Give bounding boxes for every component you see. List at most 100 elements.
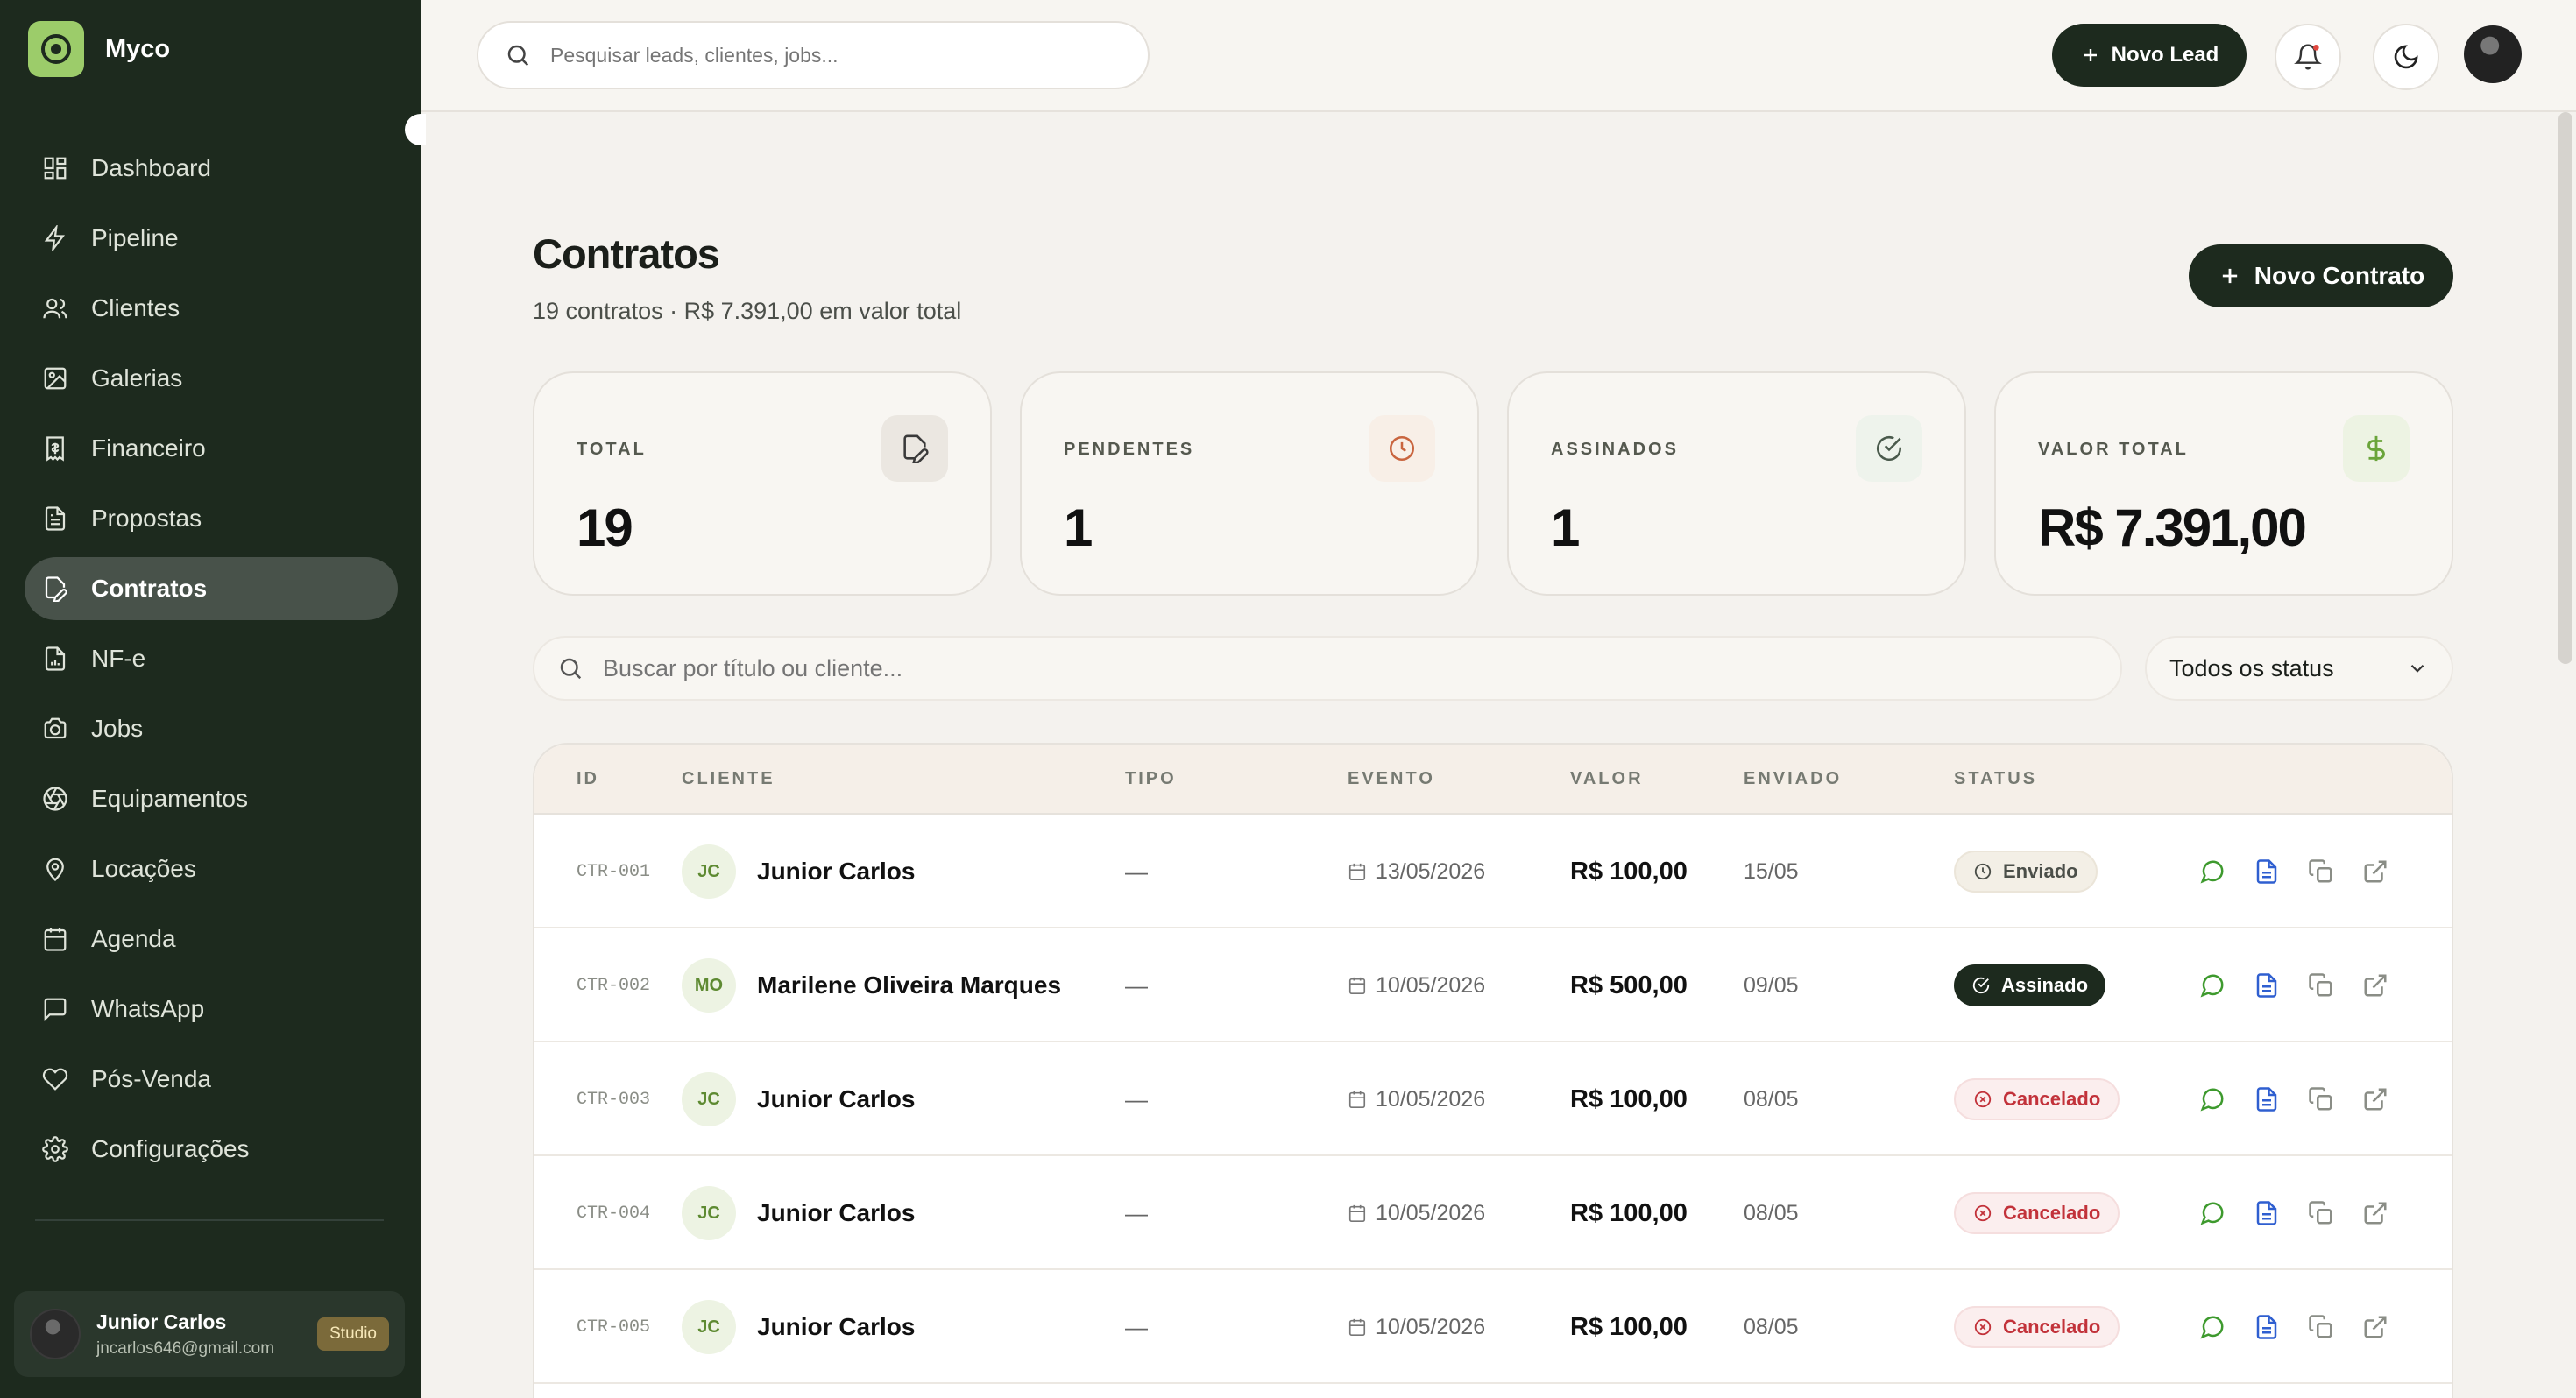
contract-id: CTR-004 <box>577 1203 651 1224</box>
sidebar-collapse-handle[interactable] <box>405 114 426 145</box>
client-initials: JC <box>682 1072 736 1126</box>
sidebar-item-label: Jobs <box>91 715 144 742</box>
copy-icon[interactable] <box>2308 1200 2334 1226</box>
table-row[interactable]: CTR-001 JC Junior Carlos — 13/05/2026 R$ 100,… <box>534 815 2452 928</box>
whatsapp-icon[interactable] <box>2199 1314 2226 1340</box>
sidebar-item-contratos[interactable]: Contratos <box>25 557 398 620</box>
sidebar-item-galerias[interactable]: Galerias <box>25 347 398 410</box>
sidebar-item-whatsapp[interactable]: WhatsApp <box>25 978 398 1041</box>
sent-date: 09/05 <box>1744 972 1799 998</box>
whatsapp-icon[interactable] <box>2199 1200 2226 1226</box>
copy-icon[interactable] <box>2308 858 2334 885</box>
aperture-icon <box>43 787 67 811</box>
notifications-button[interactable] <box>2275 24 2341 90</box>
status-filter-value: Todos os status <box>2169 654 2334 681</box>
contracts-table: ID CLIENTE TIPO EVENTO VALOR ENVIADO STA… <box>533 743 2453 1398</box>
sidebar-item-financeiro[interactable]: Financeiro <box>25 417 398 480</box>
sidebar-item-label: Configurações <box>91 1135 250 1162</box>
copy-icon[interactable] <box>2308 1314 2334 1340</box>
sidebar-item-locacoes[interactable]: Locações <box>25 837 398 900</box>
sidebar-item-nfe[interactable]: NF-e <box>25 627 398 690</box>
brand[interactable]: Myco <box>28 21 170 77</box>
global-search[interactable] <box>477 21 1150 89</box>
status-label: Enviado <box>2003 860 2078 882</box>
document-icon[interactable] <box>2254 1200 2280 1226</box>
moon-icon <box>2394 45 2418 69</box>
sidebar-item-label: Pipeline <box>91 224 179 251</box>
table-row[interactable]: CTR-005 JC Junior Carlos — 10/05/2026 R$ 100,… <box>534 1270 2452 1384</box>
contract-search[interactable] <box>533 636 2122 701</box>
column-header-tipo: TIPO <box>1125 769 1177 788</box>
calendar-icon <box>44 928 67 951</box>
whatsapp-icon[interactable] <box>2199 972 2226 999</box>
status-cell: Assinado <box>1954 928 2106 1042</box>
stat-card-valor-total: VALOR TOTAL R$ 7.391,00 <box>1994 371 2453 596</box>
user-card[interactable]: Junior Carlos jncarlos646@gmail.com Stud… <box>14 1291 405 1377</box>
sidebar-nav: Dashboard Pipeline Clientes Galerias Fin… <box>25 137 398 1188</box>
contract-search-input[interactable] <box>603 654 2005 682</box>
clock-icon <box>1369 415 1435 482</box>
avatar <box>30 1309 81 1359</box>
external-link-icon[interactable] <box>2362 1086 2388 1112</box>
document-icon[interactable] <box>2254 1314 2280 1340</box>
contract-value: R$ 500,00 <box>1570 971 1688 999</box>
row-actions <box>2199 1042 2388 1156</box>
theme-toggle-button[interactable] <box>2373 24 2439 90</box>
heart-icon <box>42 1068 68 1091</box>
sidebar-item-label: Galerias <box>91 364 183 392</box>
calendar-icon <box>1348 863 1366 880</box>
new-contract-label: Novo Contrato <box>2254 262 2425 289</box>
new-contract-button[interactable]: Novo Contrato <box>2189 244 2453 307</box>
sidebar-item-pos-venda[interactable]: Pós-Venda <box>25 1048 398 1111</box>
table-row[interactable]: CTR-003 JC Junior Carlos — 10/05/2026 R$ 100,… <box>534 1042 2452 1156</box>
new-lead-button[interactable]: Novo Lead <box>2052 24 2247 87</box>
sidebar-item-dashboard[interactable]: Dashboard <box>25 137 398 200</box>
status-label: Cancelado <box>2003 1202 2101 1224</box>
edit-document-icon <box>881 415 948 482</box>
whatsapp-icon[interactable] <box>2199 858 2226 885</box>
external-link-icon[interactable] <box>2362 1314 2388 1340</box>
status-cell: Cancelado <box>1954 1270 2120 1384</box>
table-row[interactable]: CTR-004 JC Junior Carlos — 10/05/2026 R$ 100,… <box>534 1156 2452 1270</box>
document-icon[interactable] <box>2254 972 2280 999</box>
plus-icon <box>2084 49 2097 61</box>
profile-avatar[interactable] <box>2464 25 2522 83</box>
sidebar-item-pipeline[interactable]: Pipeline <box>25 207 398 270</box>
contract-type: — <box>1125 1199 1148 1226</box>
external-link-icon[interactable] <box>2362 1200 2388 1226</box>
sidebar-item-jobs[interactable]: Jobs <box>25 697 398 760</box>
check-circle-icon <box>1856 415 1922 482</box>
copy-icon[interactable] <box>2308 1086 2334 1112</box>
contract-id: CTR-003 <box>577 1089 651 1110</box>
sidebar-item-agenda[interactable]: Agenda <box>25 907 398 971</box>
sidebar-item-propostas[interactable]: Propostas <box>25 487 398 550</box>
contract-id: CTR-002 <box>577 975 651 996</box>
client-name: Junior Carlos <box>757 1199 916 1226</box>
contract-id: CTR-001 <box>577 861 651 882</box>
global-search-input[interactable] <box>550 43 1111 67</box>
contract-type: — <box>1125 971 1148 999</box>
contract-value: R$ 100,00 <box>1570 1312 1688 1341</box>
client-cell: MO Marilene Oliveira Marques <box>682 928 1061 1042</box>
external-link-icon[interactable] <box>2362 972 2388 999</box>
contract-id: CTR-005 <box>577 1317 651 1338</box>
status-label: Cancelado <box>2003 1088 2101 1110</box>
document-icon[interactable] <box>2254 1086 2280 1112</box>
table-row[interactable]: CTR-002 MO Marilene Oliveira Marques — 10/05… <box>534 928 2452 1042</box>
external-link-icon[interactable] <box>2362 858 2388 885</box>
document-icon[interactable] <box>2254 858 2280 885</box>
sent-date: 08/05 <box>1744 1086 1799 1112</box>
client-initials: JC <box>682 1186 736 1240</box>
sidebar-item-equipamentos[interactable]: Equipamentos <box>25 767 398 830</box>
column-header-id: ID <box>577 769 599 788</box>
page-scrollbar[interactable] <box>2558 112 2572 664</box>
column-header-valor: VALOR <box>1570 769 1644 788</box>
whatsapp-icon[interactable] <box>2199 1086 2226 1112</box>
copy-icon[interactable] <box>2308 972 2334 999</box>
user-name: Junior Carlos <box>96 1310 227 1333</box>
sidebar-item-clientes[interactable]: Clientes <box>25 277 398 340</box>
stat-card-pendentes: PENDENTES 1 <box>1020 371 1479 596</box>
status-filter-select[interactable]: Todos os status <box>2145 636 2453 701</box>
sidebar-item-configuracoes[interactable]: Configurações <box>25 1118 398 1181</box>
client-name: Junior Carlos <box>757 1313 916 1340</box>
